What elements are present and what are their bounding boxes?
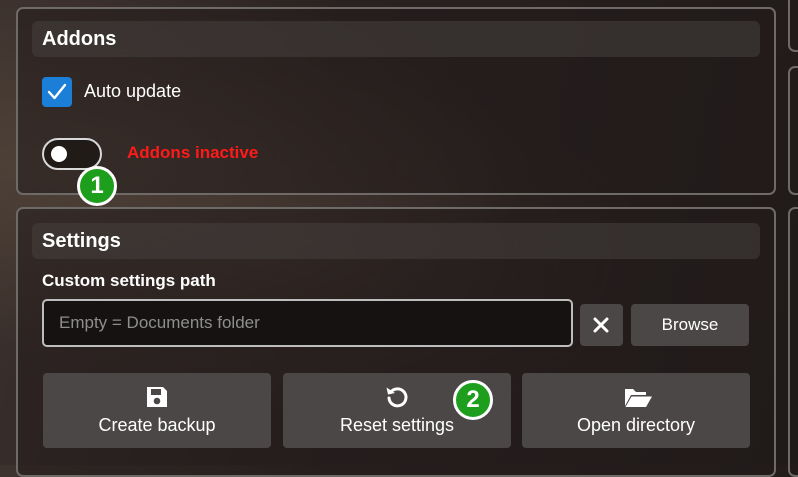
addons-title: Addons (42, 28, 117, 50)
open-directory-button[interactable]: Open directory (522, 373, 750, 448)
browse-label: Browse (661, 315, 719, 334)
right-edge-panel-top (788, 0, 798, 52)
reset-icon (386, 387, 408, 408)
settings-header: Settings (32, 223, 760, 259)
addons-panel: Addons Auto update Addons inactive (16, 7, 776, 195)
addons-header: Addons (32, 21, 760, 57)
checkmark-icon (47, 83, 67, 100)
clear-path-button[interactable] (580, 304, 623, 346)
close-icon (593, 317, 609, 333)
addons-toggle[interactable] (42, 138, 102, 170)
browse-button[interactable]: Browse (631, 304, 749, 346)
right-edge-panel-middle (788, 66, 798, 195)
settings-panel: Settings Custom settings path Empty = Do… (16, 207, 776, 477)
settings-path-input[interactable]: Empty = Documents folder (42, 299, 573, 347)
create-backup-label: Create backup (98, 415, 216, 435)
annotation-marker-2: 2 (453, 380, 493, 420)
toggle-knob (51, 146, 67, 162)
settings-title: Settings (42, 230, 121, 252)
annotation-marker-1: 1 (77, 166, 117, 206)
auto-update-checkbox[interactable] (42, 77, 72, 107)
settings-path-placeholder: Empty = Documents folder (59, 313, 260, 332)
right-edge-panel-bottom (788, 207, 798, 477)
open-directory-label: Open directory (576, 415, 696, 435)
create-backup-button[interactable]: Create backup (43, 373, 271, 448)
save-icon (147, 387, 167, 407)
folder-open-icon (625, 389, 652, 407)
auto-update-label[interactable]: Auto update (84, 81, 181, 102)
addons-status-text: Addons inactive (127, 143, 259, 162)
custom-settings-path-label: Custom settings path (42, 271, 216, 290)
